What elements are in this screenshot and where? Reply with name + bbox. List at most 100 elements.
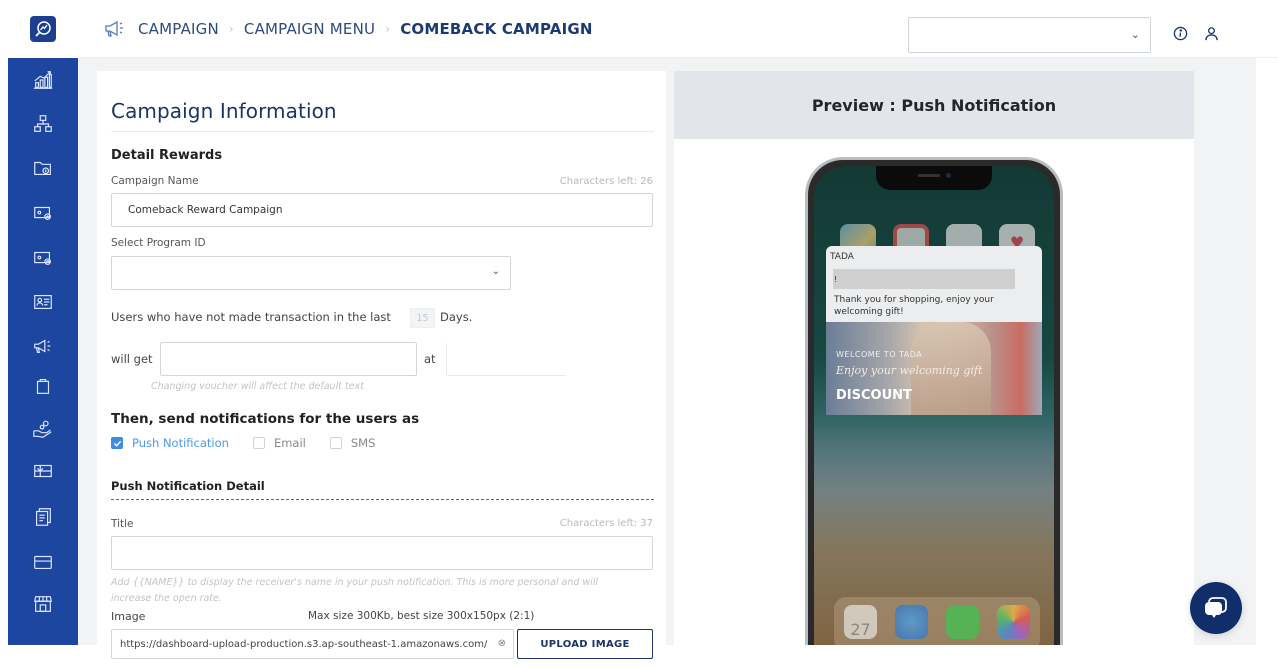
notification-body: Thank you for shopping, enjoy your welco… xyxy=(834,295,994,317)
camera-icon xyxy=(946,173,951,178)
phone-notch xyxy=(876,166,992,190)
calendar-dock-icon: 27 xyxy=(844,605,877,639)
gift-card-icon xyxy=(34,464,52,478)
image-url-value: https://dashboard-upload-production.s3.a… xyxy=(120,638,488,650)
inactive-days-value: 15 xyxy=(416,312,429,324)
shopping-bag-icon xyxy=(36,378,50,394)
sms-checkbox[interactable] xyxy=(329,437,342,449)
image-welcome-text: WELCOME TO TADA xyxy=(836,350,923,359)
push-notification-label[interactable]: Push Notification xyxy=(132,436,229,450)
megaphone-icon xyxy=(104,19,128,39)
sidebar-item-gift-card[interactable] xyxy=(8,453,78,489)
folder-icon xyxy=(34,161,51,176)
campaign-name-label: Campaign Name xyxy=(111,175,199,187)
campaign-name-chars-left: Characters left: 26 xyxy=(559,176,653,187)
inactive-days-input[interactable]: 15 xyxy=(410,308,435,328)
title-divider xyxy=(111,131,654,132)
breadcrumb-comeback-campaign: COMEBACK CAMPAIGN xyxy=(400,19,593,38)
send-notifications-heading: Then, send notifications for the users a… xyxy=(111,411,420,427)
header-dropdown[interactable]: ⌄ xyxy=(908,17,1151,53)
title-chars-left: Characters left: 37 xyxy=(559,518,653,529)
inactive-prefix-text: Users who have not made transaction in t… xyxy=(111,310,391,324)
sidebar-logo-area xyxy=(8,0,78,58)
speaker-icon xyxy=(918,174,940,177)
sidebar-item-documents[interactable] xyxy=(8,499,78,535)
credit-card-icon xyxy=(34,555,52,570)
at-input[interactable] xyxy=(446,343,566,376)
sidebar-item-shopping[interactable] xyxy=(8,368,78,404)
card-settings-icon xyxy=(34,251,51,266)
push-notification-preview: TADA ! Thank you for shopping, enjoy you… xyxy=(826,246,1042,415)
image-label: Image xyxy=(111,610,146,623)
info-icon[interactable] xyxy=(1172,25,1188,41)
sidebar-item-campaign[interactable] xyxy=(8,328,78,364)
voucher-hint: Changing voucher will affect the default… xyxy=(151,381,364,392)
sidebar-item-card-add[interactable] xyxy=(8,195,78,231)
megaphone-icon xyxy=(34,339,51,354)
analytics-icon xyxy=(33,71,53,89)
notification-title-text: ! xyxy=(834,274,838,284)
sidebar-item-member-card[interactable] xyxy=(8,284,78,320)
image-size-hint: Max size 300Kb, best size 300x150px (2:1… xyxy=(308,610,535,622)
breadcrumb-campaign-menu[interactable]: CAMPAIGN MENU xyxy=(244,20,375,38)
detail-rewards-heading: Detail Rewards xyxy=(111,148,223,163)
campaign-name-value: Comeback Reward Campaign xyxy=(128,204,283,216)
image-url-input[interactable]: https://dashboard-upload-production.s3.a… xyxy=(111,629,514,659)
sidebar xyxy=(8,58,78,645)
sidebar-item-card-settings[interactable] xyxy=(8,240,78,276)
documents-icon xyxy=(35,508,51,526)
app-logo[interactable] xyxy=(30,16,56,42)
member-card-icon xyxy=(34,294,52,310)
breadcrumb: CAMPAIGN › CAMPAIGN MENU › COMEBACK CAMP… xyxy=(104,19,593,39)
top-header: CAMPAIGN › CAMPAIGN MENU › COMEBACK CAMP… xyxy=(78,0,1278,58)
image-discount-text: DISCOUNT xyxy=(836,388,912,403)
check-icon xyxy=(113,440,121,447)
breadcrumb-separator-icon: › xyxy=(228,21,234,36)
push-notification-checkbox[interactable] xyxy=(111,437,123,449)
email-label[interactable]: Email xyxy=(274,436,306,450)
sms-label[interactable]: SMS xyxy=(351,436,376,450)
photos-dock-icon xyxy=(997,605,1030,639)
sidebar-item-store[interactable] xyxy=(8,586,78,622)
notification-title-input[interactable] xyxy=(111,536,653,570)
phone-dock: 27 xyxy=(834,597,1040,645)
breadcrumb-campaign[interactable]: CAMPAIGN xyxy=(138,20,219,38)
safari-dock-icon xyxy=(895,605,928,639)
breadcrumb-separator-icon: › xyxy=(385,21,391,36)
sidebar-item-folder[interactable] xyxy=(8,150,78,186)
user-icon[interactable] xyxy=(1203,25,1219,41)
sidebar-item-rewards[interactable] xyxy=(8,411,78,447)
sidebar-item-payment[interactable] xyxy=(8,544,78,580)
program-id-select[interactable]: ⌄ xyxy=(111,256,511,290)
hand-coin-icon xyxy=(33,420,52,438)
notification-title-preview: ! xyxy=(833,269,1015,289)
chat-icon xyxy=(1205,597,1227,618)
search-analytics-logo-icon xyxy=(35,21,51,37)
notification-app-name: TADA xyxy=(830,252,854,262)
title-label: Title xyxy=(111,518,134,530)
program-id-label: Select Program ID xyxy=(111,237,206,249)
preview-title: Preview : Push Notification xyxy=(674,71,1194,139)
app-root: CAMPAIGN › CAMPAIGN MENU › COMEBACK CAMP… xyxy=(0,0,1278,668)
campaign-form-card: Campaign Information Detail Rewards Camp… xyxy=(97,71,666,659)
sidebar-item-hierarchy[interactable] xyxy=(8,106,78,142)
title-hint: Add {{NAME}} to display the receiver's n… xyxy=(111,577,599,604)
notification-image: WELCOME TO TADA Enjoy your welcoming gif… xyxy=(826,322,1042,415)
at-label: at xyxy=(424,352,436,366)
calendar-day: 27 xyxy=(850,620,871,639)
upload-image-button[interactable]: UPLOAD IMAGE xyxy=(517,629,653,659)
chat-button[interactable] xyxy=(1190,582,1242,634)
campaign-name-input[interactable]: Comeback Reward Campaign xyxy=(111,193,653,227)
chevron-down-icon: ⌄ xyxy=(491,266,500,277)
voucher-input[interactable] xyxy=(160,342,417,376)
push-detail-heading: Push Notification Detail xyxy=(111,479,265,493)
card-add-icon xyxy=(34,206,51,221)
clear-icon[interactable]: ⊗ xyxy=(498,638,506,649)
push-detail-divider xyxy=(111,499,654,500)
image-script-text: Enjoy your welcoming gift xyxy=(836,364,983,377)
sidebar-item-analytics[interactable] xyxy=(8,62,78,98)
page-title: Campaign Information xyxy=(111,99,337,123)
store-icon xyxy=(34,596,52,612)
hierarchy-icon xyxy=(34,115,52,132)
email-checkbox[interactable] xyxy=(252,437,265,449)
